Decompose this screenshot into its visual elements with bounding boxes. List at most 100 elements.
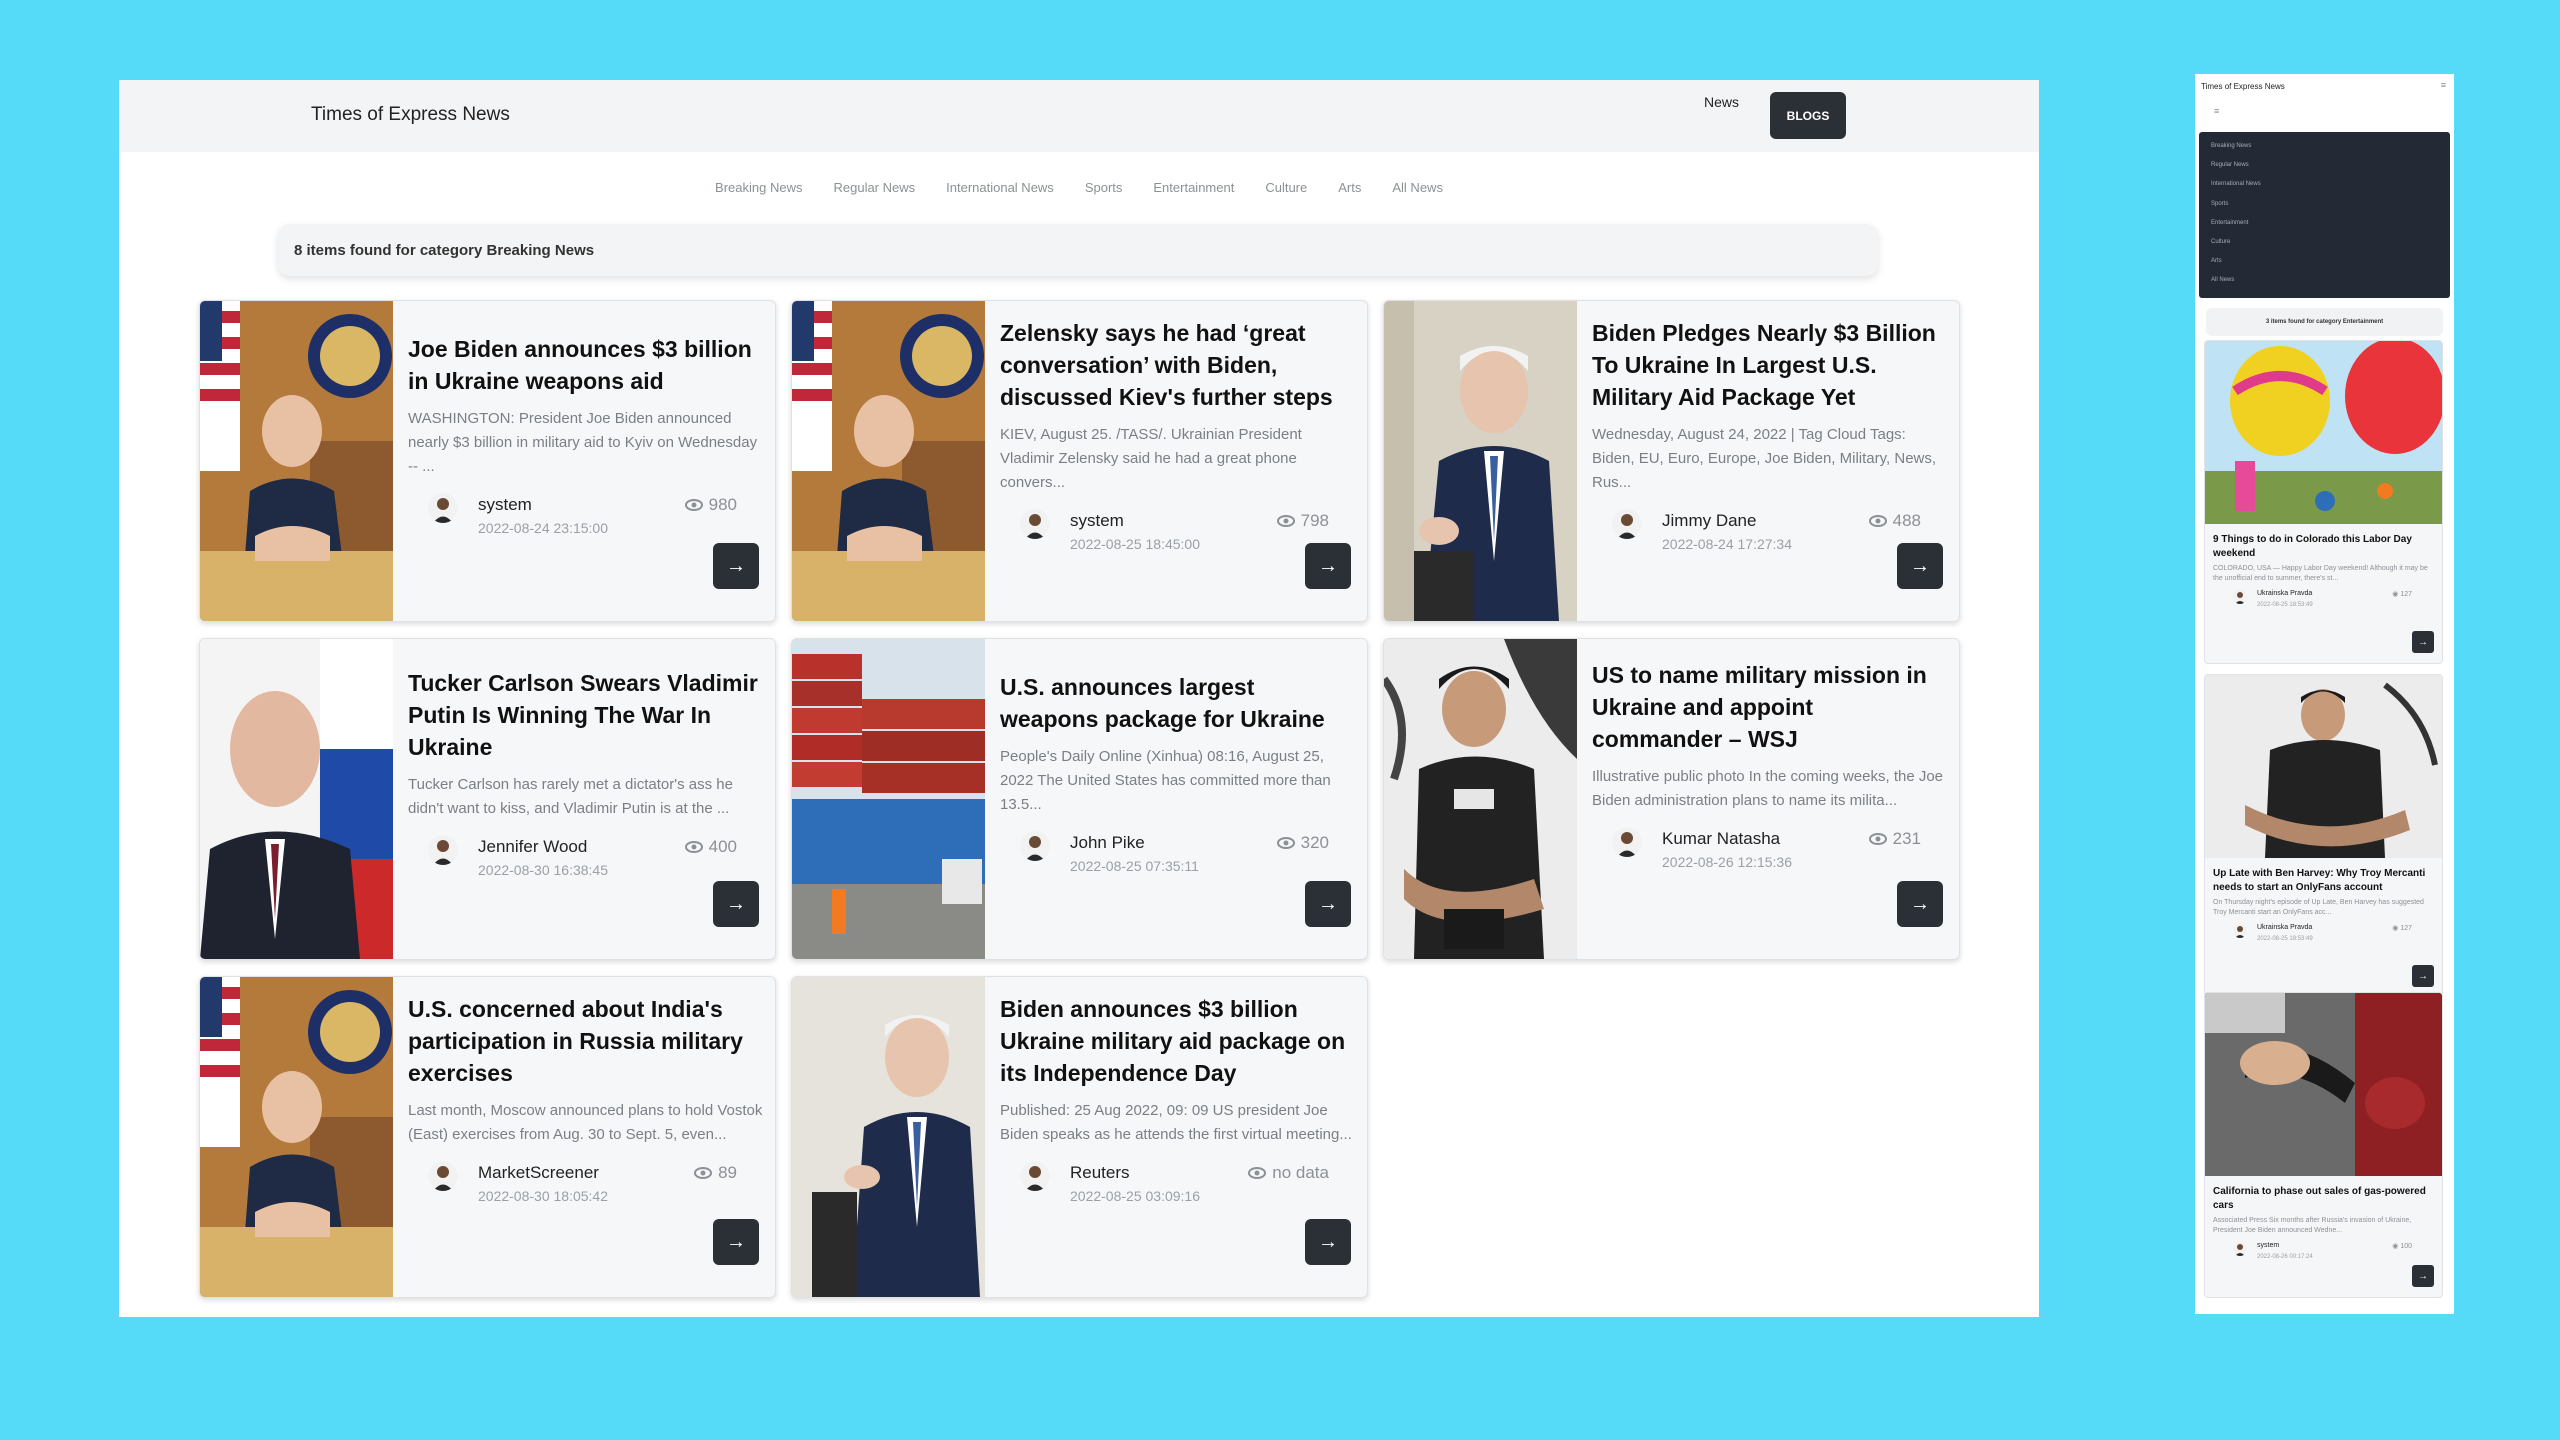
- view-count-value: 127: [2400, 925, 2412, 932]
- card-meta: John Pike 2022-08-25 07:35:11 320: [1000, 829, 1355, 877]
- arrow-right-icon: →: [1318, 892, 1338, 915]
- news-card[interactable]: U.S. concerned about India's participati…: [199, 976, 776, 1298]
- card-title[interactable]: U.S. announces largest weapons package f…: [1000, 671, 1355, 735]
- biden-podium-photo[interactable]: [792, 977, 985, 1297]
- news-card[interactable]: US to name military mission in Ukraine a…: [1383, 638, 1960, 960]
- read-more-button[interactable]: →: [2412, 1265, 2434, 1287]
- card-title[interactable]: U.S. concerned about India's participati…: [408, 993, 763, 1089]
- read-more-button[interactable]: →: [2412, 631, 2434, 653]
- menu-icon[interactable]: ≡: [2441, 80, 2446, 90]
- card-title[interactable]: Biden Pledges Nearly $3 Billion To Ukrai…: [1592, 317, 1947, 413]
- view-count: ◉ 127: [2392, 590, 2412, 598]
- biden-desk-photo[interactable]: [200, 977, 393, 1297]
- author-name: Reuters: [1070, 1163, 1130, 1182]
- read-more-button[interactable]: →: [713, 1219, 759, 1265]
- hamburger-icon[interactable]: ≡: [2214, 106, 2219, 116]
- mobile-category-all-news[interactable]: All News: [2211, 271, 2450, 290]
- nav-news-link[interactable]: News: [1704, 94, 1739, 110]
- containers-photo[interactable]: [792, 639, 985, 959]
- mobile-category-entertainment[interactable]: Entertainment: [2211, 214, 2450, 233]
- biden-desk-photo[interactable]: [200, 301, 393, 621]
- mobile-category-international-news[interactable]: International News: [2211, 175, 2450, 194]
- read-more-button[interactable]: →: [1897, 543, 1943, 589]
- mobile-category-culture[interactable]: Culture: [2211, 233, 2450, 252]
- read-more-button[interactable]: →: [1305, 1219, 1351, 1265]
- mobile-category-menu: Breaking News Regular News International…: [2199, 132, 2450, 298]
- news-card[interactable]: Zelensky says he had ‘great conversation…: [791, 300, 1368, 622]
- news-card[interactable]: Joe Biden announces $3 billion in Ukrain…: [199, 300, 776, 622]
- read-more-button[interactable]: →: [713, 881, 759, 927]
- category-link-sports[interactable]: Sports: [1085, 180, 1123, 195]
- card-excerpt: Wednesday, August 24, 2022 | Tag Cloud T…: [1592, 426, 1937, 491]
- news-card[interactable]: U.S. announces largest weapons package f…: [791, 638, 1368, 960]
- nav-blogs-button[interactable]: BLOGS: [1770, 92, 1846, 139]
- vest-man-photo[interactable]: [2205, 675, 2442, 858]
- arrow-right-icon: →: [1910, 892, 1930, 915]
- news-card[interactable]: Tucker Carlson Swears Vladimir Putin Is …: [199, 638, 776, 960]
- view-count: 488: [1868, 511, 1921, 531]
- news-card[interactable]: Biden announces $3 billion Ukraine milit…: [791, 976, 1368, 1298]
- card-title[interactable]: Tucker Carlson Swears Vladimir Putin Is …: [408, 667, 763, 763]
- category-link-culture[interactable]: Culture: [1265, 180, 1307, 195]
- mobile-news-card[interactable]: California to phase out sales of gas-pow…: [2204, 992, 2443, 1298]
- category-link-international-news[interactable]: International News: [946, 180, 1054, 195]
- category-link-all-news[interactable]: All News: [1392, 180, 1443, 195]
- view-count: 798: [1276, 511, 1329, 531]
- avatar: [2233, 924, 2247, 938]
- putin-photo[interactable]: [200, 639, 393, 959]
- category-link-breaking-news[interactable]: Breaking News: [715, 180, 802, 195]
- avatar: [1020, 1161, 1050, 1191]
- news-card[interactable]: Biden Pledges Nearly $3 Billion To Ukrai…: [1383, 300, 1960, 622]
- mobile-card-excerpt: COLORADO, USA — Happy Labor Day weekend!…: [2213, 565, 2428, 582]
- card-meta: Reuters 2022-08-25 03:09:16 no data: [1000, 1159, 1355, 1207]
- eye-icon: [1276, 515, 1295, 527]
- biden-podium-photo[interactable]: [1384, 301, 1577, 621]
- mobile-card-title[interactable]: California to phase out sales of gas-pow…: [2213, 1185, 2434, 1213]
- mobile-news-card[interactable]: 9 Things to do in Colorado this Labor Da…: [2204, 340, 2443, 664]
- vest-man-photo[interactable]: [1384, 639, 1577, 959]
- read-more-button[interactable]: →: [1305, 543, 1351, 589]
- mobile-category-breaking-news[interactable]: Breaking News: [2211, 137, 2450, 156]
- card-excerpt: Tucker Carlson has rarely met a dictator…: [408, 776, 733, 817]
- view-count: 231: [1868, 829, 1921, 849]
- brand-title[interactable]: Times of Express News: [311, 104, 510, 126]
- category-link-entertainment[interactable]: Entertainment: [1153, 180, 1234, 195]
- view-count-value: 400: [708, 837, 737, 856]
- card-title[interactable]: Biden announces $3 billion Ukraine milit…: [1000, 993, 1355, 1089]
- mobile-news-card[interactable]: Up Late with Ben Harvey: Why Troy Mercan…: [2204, 674, 2443, 998]
- results-count-text: 8 items found for category Breaking News: [294, 241, 595, 259]
- read-more-button[interactable]: →: [1897, 881, 1943, 927]
- arrow-right-icon: →: [2418, 636, 2428, 648]
- author-name: John Pike: [1070, 833, 1145, 852]
- category-link-arts[interactable]: Arts: [1338, 180, 1361, 195]
- mobile-card-title[interactable]: 9 Things to do in Colorado this Labor Da…: [2213, 533, 2434, 561]
- read-more-button[interactable]: →: [2412, 965, 2434, 987]
- fuel-pump-photo[interactable]: [2205, 993, 2442, 1176]
- balloons-photo[interactable]: [2205, 341, 2442, 524]
- mobile-results-count-text: 3 items found for category Entertainment: [2265, 319, 2384, 325]
- read-more-button[interactable]: →: [713, 543, 759, 589]
- view-count-value: no data: [1272, 1163, 1329, 1182]
- view-count: 400: [684, 837, 737, 857]
- view-count-value: 89: [718, 1163, 737, 1182]
- post-date: 2022-08-25 03:09:16: [1070, 1188, 1200, 1204]
- mobile-category-sports[interactable]: Sports: [2211, 195, 2450, 214]
- author-name: MarketScreener: [478, 1163, 599, 1182]
- arrow-right-icon: →: [2418, 970, 2428, 982]
- author-name: system: [2257, 1242, 2280, 1249]
- mobile-brand-title[interactable]: Times of Express News: [2201, 82, 2285, 91]
- card-title[interactable]: Joe Biden announces $3 billion in Ukrain…: [408, 333, 763, 397]
- card-title[interactable]: US to name military mission in Ukraine a…: [1592, 659, 1947, 755]
- view-count: 320: [1276, 833, 1329, 853]
- mobile-category-regular-news[interactable]: Regular News: [2211, 156, 2450, 175]
- category-link-regular-news[interactable]: Regular News: [833, 180, 915, 195]
- read-more-button[interactable]: →: [1305, 881, 1351, 927]
- mobile-category-arts[interactable]: Arts: [2211, 252, 2450, 271]
- mobile-results-count-banner: 3 items found for category Entertainment: [2206, 308, 2443, 336]
- card-title[interactable]: Zelensky says he had ‘great conversation…: [1000, 317, 1355, 413]
- biden-desk-photo[interactable]: [792, 301, 985, 621]
- mobile-card-title[interactable]: Up Late with Ben Harvey: Why Troy Mercan…: [2213, 867, 2434, 895]
- card-excerpt: Last month, Moscow announced plans to ho…: [408, 1102, 763, 1143]
- mobile-view: Times of Express News ≡ ≡ Breaking News …: [2195, 74, 2454, 1314]
- author-name: Kumar Natasha: [1662, 829, 1781, 848]
